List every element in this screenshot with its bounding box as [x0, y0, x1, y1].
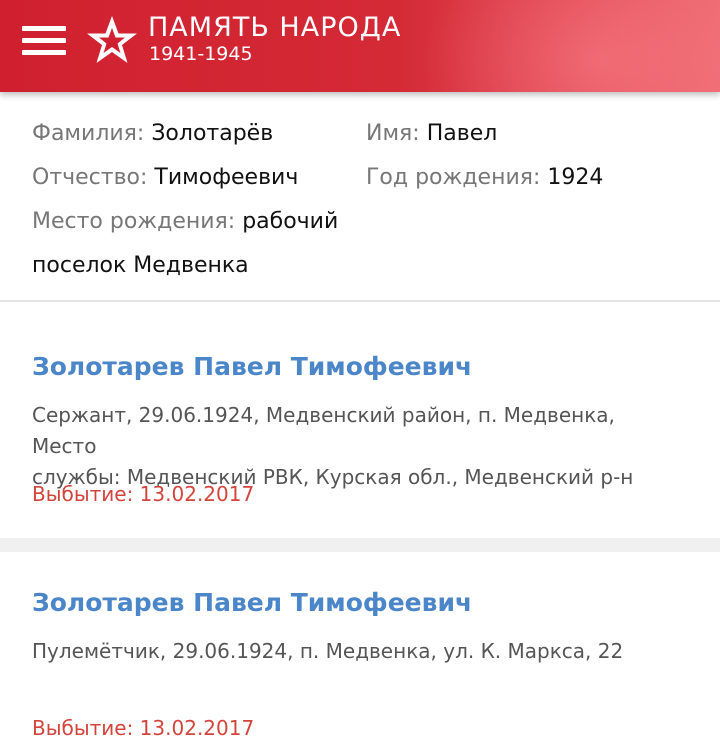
record-card: Золотарев Павел Тимофеевич Сержант, 29.0…: [0, 302, 720, 538]
star-logo-icon: [87, 16, 137, 63]
surname-field: Фамилия: Золотарёв: [32, 120, 273, 148]
birth-place-value: рабочий: [242, 209, 339, 234]
patronymic-field: Отчество: Тимофеевич: [32, 164, 298, 192]
surname-label: Фамилия:: [32, 121, 145, 146]
card-separator: [0, 538, 720, 552]
menu-bar: [22, 38, 66, 43]
record-card: Золотарев Павел Тимофеевич Пулемётчик, 2…: [0, 552, 720, 752]
birth-place-label: Место рождения:: [32, 209, 236, 234]
patronymic-value: Тимофеевич: [154, 165, 299, 190]
menu-button[interactable]: [22, 24, 66, 58]
record-departure: Выбытие: 13.02.2017: [32, 482, 255, 506]
record-title[interactable]: Золотарев Павел Тимофеевич: [32, 352, 472, 381]
record-description-line: Сержант, 29.06.1924, Медвенский район, п…: [32, 403, 615, 458]
record-description: Пулемётчик, 29.06.1924, п. Медвенка, ул.…: [32, 636, 672, 667]
name-field: Имя: Павел: [366, 120, 497, 148]
birth-year-label: Год рождения:: [366, 165, 541, 190]
name-label: Имя:: [366, 121, 420, 146]
record-description-line: Пулемётчик, 29.06.1924, п. Медвенка, ул.…: [32, 639, 624, 663]
birth-year-value: 1924: [547, 165, 604, 190]
header-glow: [420, 0, 720, 92]
surname-value: Золотарёв: [151, 121, 274, 146]
birth-place-field: Место рождения: рабочий: [32, 208, 338, 236]
record-description: Сержант, 29.06.1924, Медвенский район, п…: [32, 400, 672, 493]
birth-year-field: Год рождения: 1924: [366, 164, 603, 192]
record-title[interactable]: Золотарев Павел Тимофеевич: [32, 588, 472, 617]
record-departure: Выбытие: 13.02.2017: [32, 716, 255, 740]
app-years: 1941-1945: [149, 43, 253, 65]
birth-place-value-line2: поселок Медвенка: [32, 253, 249, 278]
app-title[interactable]: ПАМЯТЬ НАРОДА: [148, 13, 401, 43]
birth-place-continued: поселок Медвенка: [32, 252, 249, 280]
app-header: ПАМЯТЬ НАРОДА 1941-1945: [0, 0, 720, 92]
patronymic-label: Отчество:: [32, 165, 148, 190]
name-value: Павел: [426, 121, 498, 146]
person-info: Фамилия: Золотарёв Имя: Павел Отчество: …: [0, 92, 720, 302]
menu-bar: [22, 26, 66, 31]
menu-bar: [22, 50, 66, 55]
